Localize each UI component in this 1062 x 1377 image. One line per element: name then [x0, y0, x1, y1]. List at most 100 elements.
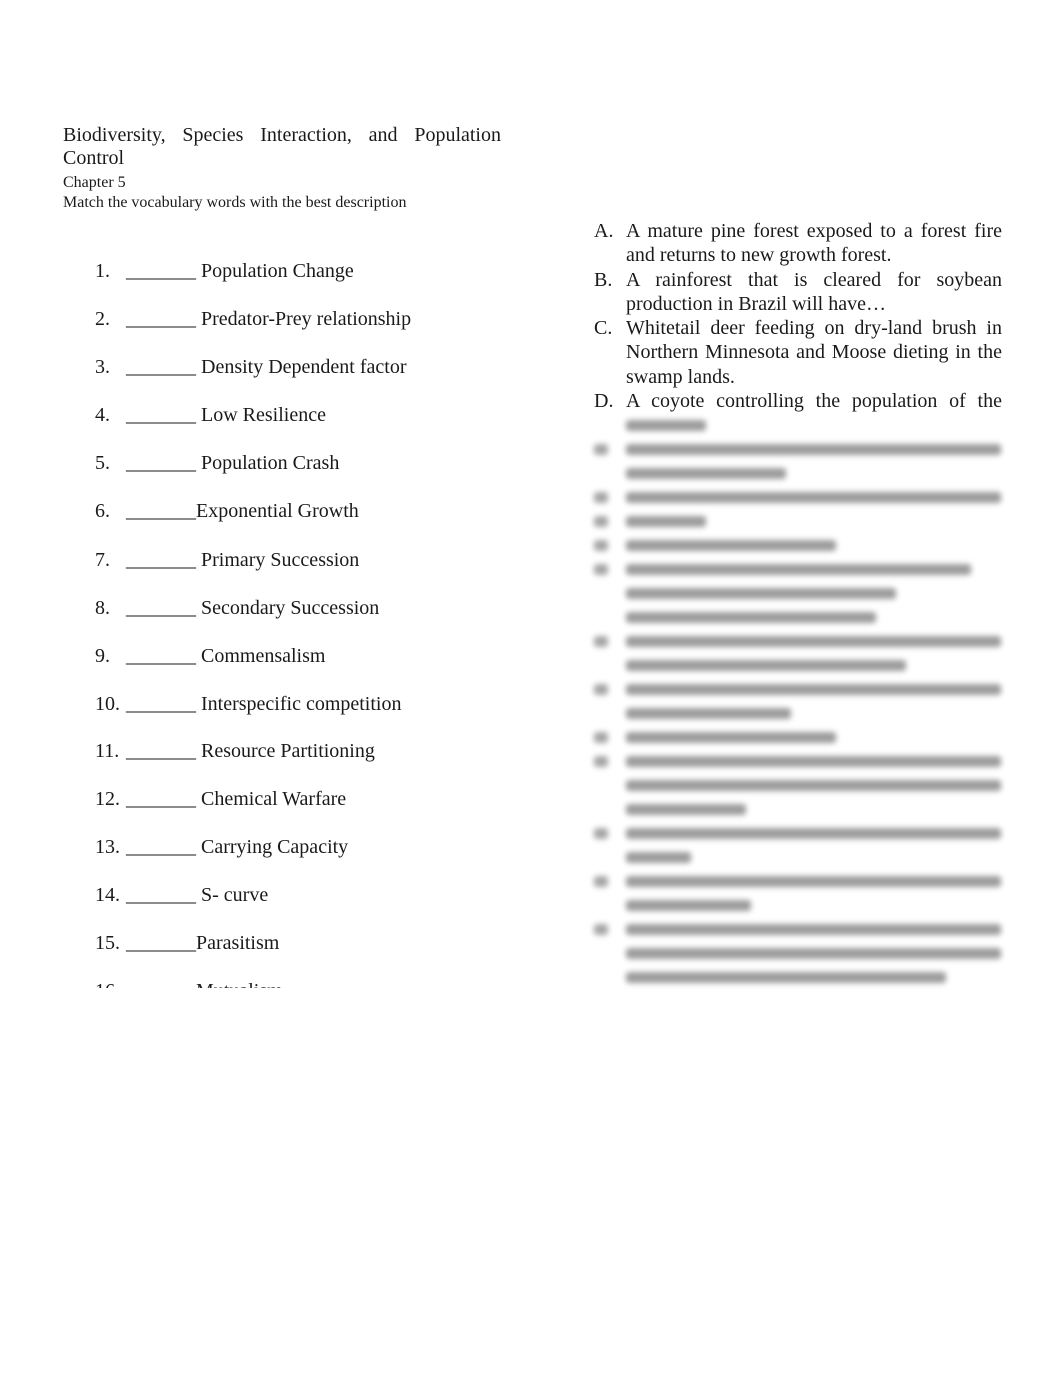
description-list: A. A mature pine forest exposed to a for… [594, 219, 1002, 413]
blurred-line [626, 828, 1001, 839]
blurred-line [626, 780, 1001, 791]
item-number: 2. [95, 308, 110, 330]
blurred-line [626, 756, 1001, 767]
vocabulary-term: Carrying Capacity [196, 836, 349, 858]
blurred-line [626, 684, 1001, 695]
description-text: A rainforest that is cleared for soybean… [626, 268, 1002, 315]
item-number: 15. [95, 932, 120, 954]
description-letter: A. [594, 220, 614, 242]
blurred-line [626, 804, 746, 815]
item-number: 14. [95, 884, 120, 906]
blurred-marker [594, 492, 608, 503]
answer-blank[interactable]: _______ [126, 931, 196, 955]
item-number: 9. [95, 645, 110, 667]
vocabulary-item: 12. _______ Chemical Warfare [95, 787, 346, 811]
vocabulary-item: 7. _______ Primary Succession [95, 548, 359, 572]
blurred-marker [594, 828, 608, 839]
vocabulary-term: Parasitism [196, 932, 280, 954]
item-number: 8. [95, 597, 110, 619]
description-item: D. A coyote controlling the population o… [594, 389, 1002, 413]
vocabulary-item: 16._______Mutualism [95, 979, 283, 988]
blurred-marker [594, 540, 608, 551]
vocabulary-term: Population Change [196, 260, 354, 282]
answer-blank[interactable]: _______ [126, 835, 196, 859]
blurred-line [626, 564, 971, 575]
vocabulary-list: 1. _______ Population Change 2. _______ Pr… [95, 0, 525, 988]
blurred-line [626, 444, 1001, 455]
vocabulary-term: Exponential Growth [196, 500, 359, 522]
answer-blank[interactable]: _______ [126, 692, 196, 716]
blurred-line [626, 636, 1001, 647]
blurred-marker [594, 564, 608, 575]
description-text: Whitetail deer feeding on dry-land brush… [626, 317, 1002, 388]
vocabulary-item: 3. _______ Density Dependent factor [95, 355, 406, 379]
blurred-marker [594, 516, 608, 527]
blurred-marker [594, 924, 608, 935]
blurred-line [626, 900, 751, 911]
vocabulary-item: 11. _______ Resource Partitioning [95, 739, 375, 763]
item-number: 10. [95, 693, 120, 715]
blurred-line [626, 468, 786, 479]
blurred-line [626, 852, 691, 863]
answer-blank[interactable]: _______ [126, 979, 196, 988]
answer-blank[interactable]: _______ [126, 307, 196, 331]
answer-blank[interactable]: _______ [126, 596, 196, 620]
blurred-line [626, 492, 1001, 503]
answer-blank[interactable]: _______ [126, 739, 196, 763]
blurred-marker [594, 684, 608, 695]
vocabulary-term: Secondary Succession [196, 597, 380, 619]
blurred-marker [594, 876, 608, 887]
vocabulary-item: 2. _______ Predator-Prey relationship [95, 307, 411, 331]
vocabulary-item: 1. _______ Population Change [95, 259, 354, 283]
item-number: 12. [95, 788, 120, 810]
vocabulary-term: S- curve [196, 884, 269, 906]
item-number: 13. [95, 836, 120, 858]
answer-blank[interactable]: _______ [126, 787, 196, 811]
vocabulary-item: 15. _______Parasitism [95, 931, 279, 955]
answer-blank[interactable]: _______ [126, 403, 196, 427]
blurred-marker [594, 636, 608, 647]
vocabulary-term: Chemical Warfare [196, 788, 347, 810]
blurred-line [626, 948, 1001, 959]
answer-blank[interactable]: _______ [126, 548, 196, 572]
item-number: 3. [95, 356, 110, 378]
vocabulary-item: 5. _______ Population Crash [95, 451, 339, 475]
blurred-line [626, 660, 906, 671]
item-number: 6. [95, 500, 110, 522]
blurred-line [626, 924, 1001, 935]
vocabulary-item: 4. _______ Low Resilience [95, 403, 326, 427]
blurred-line [626, 612, 876, 623]
answer-blank[interactable]: _______ [126, 644, 196, 668]
vocabulary-item: 9. _______ Commensalism [95, 644, 325, 668]
vocabulary-item: 14. _______ S- curve [95, 883, 268, 907]
vocabulary-term: Resource Partitioning [196, 740, 375, 762]
vocabulary-term: Commensalism [196, 645, 326, 667]
vocabulary-term: Mutualism [196, 980, 283, 988]
answer-blank[interactable]: _______ [126, 451, 196, 475]
answer-blank[interactable]: _______ [126, 355, 196, 379]
description-text: A coyote controlling the population of t… [626, 390, 1002, 413]
blurred-line [626, 588, 896, 599]
vocabulary-term: Interspecific competition [196, 693, 402, 715]
vocabulary-term: Density Dependent factor [196, 356, 407, 378]
blurred-line [626, 876, 1001, 887]
item-number: 7. [95, 549, 110, 571]
item-number: 1. [95, 260, 110, 282]
blurred-line [626, 540, 836, 551]
answer-blank[interactable]: _______ [126, 259, 196, 283]
item-number: 11. [95, 740, 120, 762]
answer-blank[interactable]: _______ [126, 883, 196, 907]
blurred-line [626, 420, 706, 431]
blurred-line [626, 972, 946, 983]
item-number: 5. [95, 452, 110, 474]
description-item: C. Whitetail deer feeding on dry-land br… [594, 316, 1002, 389]
blurred-line [626, 732, 836, 743]
description-text: A mature pine forest exposed to a forest… [626, 220, 1002, 267]
vocabulary-term: Population Crash [196, 452, 340, 474]
vocabulary-item: 13. _______ Carrying Capacity [95, 835, 348, 859]
answer-blank[interactable]: _______ [126, 499, 196, 523]
blurred-marker [594, 756, 608, 767]
description-letter: D. [594, 390, 614, 413]
description-item: A. A mature pine forest exposed to a for… [594, 219, 1002, 268]
item-number: 16. [95, 979, 126, 988]
